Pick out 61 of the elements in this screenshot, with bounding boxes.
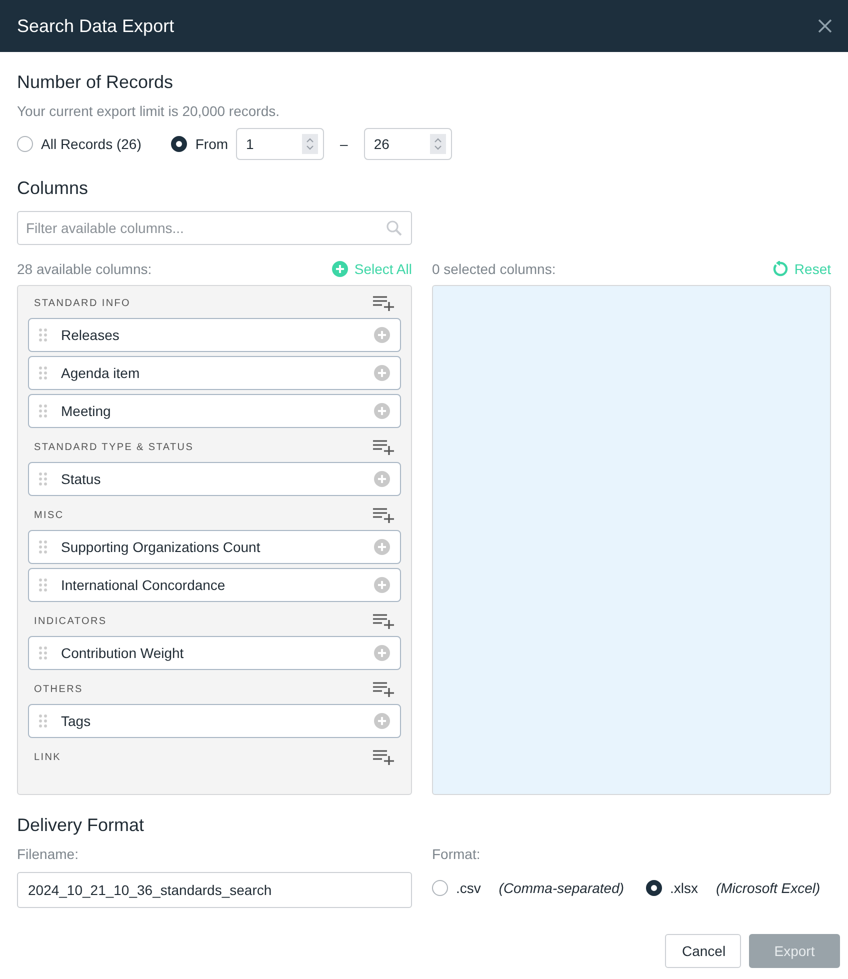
add-icon[interactable]: [374, 539, 390, 555]
to-number-field[interactable]: 26: [364, 128, 452, 160]
filter-field[interactable]: Filter available columns...: [17, 211, 412, 245]
add-icon[interactable]: [374, 365, 390, 381]
column-item[interactable]: Releases: [28, 318, 401, 352]
filename-label: Filename:: [17, 846, 80, 862]
add-icon[interactable]: [374, 713, 390, 729]
radio-option[interactable]: From: [171, 136, 228, 152]
add-icon[interactable]: [374, 645, 390, 661]
export-limit-note: Your current export limit is 20,000 records.: [17, 103, 280, 119]
add-group-icon[interactable]: [373, 295, 395, 311]
filename-field[interactable]: 2024_10_21_10_36_standards_search: [17, 872, 412, 908]
group-heading: STANDARD INFO: [34, 298, 131, 308]
format-label: Format:: [432, 846, 482, 862]
group-heading: INDICATORS: [34, 616, 107, 626]
group-heading: STANDARD TYPE & STATUS: [34, 442, 194, 452]
add-group-icon[interactable]: [373, 439, 395, 455]
group-heading: MISC: [34, 510, 64, 520]
radio-option[interactable]: All Records (26): [17, 136, 142, 152]
section-heading: Number of Records: [17, 72, 174, 93]
group-heading: LINK: [34, 752, 62, 762]
drag-handle-icon[interactable]: [39, 366, 47, 380]
group-heading: OTHERS: [34, 684, 83, 694]
spinner-icon[interactable]: [302, 134, 318, 154]
drag-handle-icon[interactable]: [39, 646, 47, 660]
add-icon[interactable]: [374, 471, 390, 487]
spinner-icon[interactable]: [430, 134, 446, 154]
drag-handle-icon[interactable]: [39, 578, 47, 592]
add-group-icon[interactable]: [373, 749, 395, 765]
drag-handle-icon[interactable]: [39, 472, 47, 486]
drag-handle-icon[interactable]: [39, 404, 47, 418]
add-group-icon[interactable]: [373, 613, 395, 629]
drag-handle-icon[interactable]: [39, 328, 47, 342]
column-item[interactable]: International Concordance: [28, 568, 401, 602]
add-icon[interactable]: [374, 327, 390, 343]
cancel-button[interactable]: Cancel: [665, 934, 741, 968]
column-item[interactable]: Meeting: [28, 394, 401, 428]
drag-handle-icon[interactable]: [39, 540, 47, 554]
format-option[interactable]: .xlsx (Microsoft Excel): [646, 880, 820, 896]
section-heading: Columns: [17, 178, 90, 199]
column-item[interactable]: Contribution Weight: [28, 636, 401, 670]
range-separator: –: [340, 136, 348, 152]
search-icon: [386, 220, 402, 236]
add-group-icon[interactable]: [373, 507, 395, 523]
add-icon[interactable]: [374, 403, 390, 419]
column-item[interactable]: Supporting Organizations Count: [28, 530, 401, 564]
drag-handle-icon[interactable]: [39, 714, 47, 728]
section-heading: Delivery Format: [17, 815, 146, 836]
close-icon[interactable]: [818, 19, 832, 33]
add-group-icon[interactable]: [373, 681, 395, 697]
format-option[interactable]: .csv (Comma-separated): [432, 880, 624, 896]
column-item[interactable]: Tags: [28, 704, 401, 738]
add-icon[interactable]: [374, 577, 390, 593]
available-count: 28 available columns:: [17, 261, 152, 277]
column-item[interactable]: Agenda item: [28, 356, 401, 390]
column-item[interactable]: Status: [28, 462, 401, 496]
from-number-field[interactable]: 1: [236, 128, 324, 160]
plus-circle-icon: [332, 261, 348, 277]
window-title: Search Data Export: [17, 16, 174, 36]
reset-icon: [772, 261, 788, 277]
selected-count: 0 selected columns:: [432, 261, 556, 277]
